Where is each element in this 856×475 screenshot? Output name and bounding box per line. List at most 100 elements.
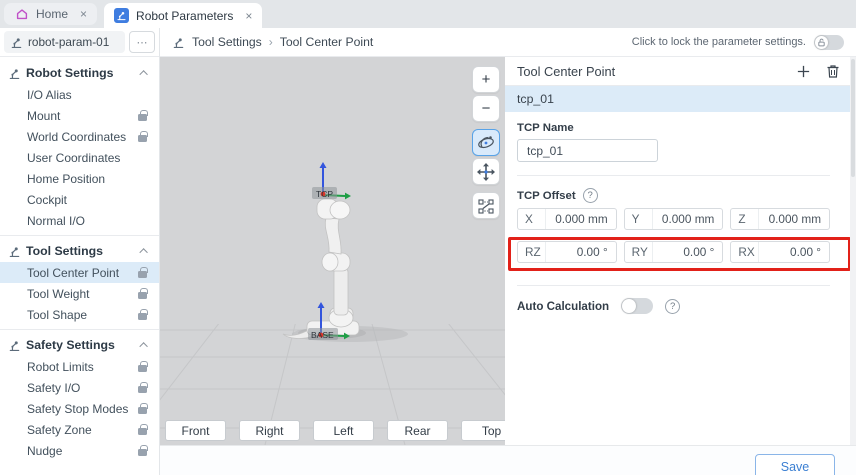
view-right-button[interactable]: Right xyxy=(239,420,300,441)
sidebar-item-io-alias[interactable]: I/O Alias xyxy=(0,84,159,105)
offset-rx-field[interactable]: RX 0.00 ° xyxy=(730,241,830,263)
home-icon xyxy=(14,7,29,22)
trash-icon xyxy=(826,64,840,79)
robot-icon xyxy=(8,339,21,352)
viewport-controls: + − xyxy=(472,66,500,219)
divider xyxy=(517,285,830,286)
close-icon[interactable]: × xyxy=(245,10,252,22)
divider xyxy=(0,235,159,236)
offset-y-field[interactable]: Y 0.000 mm xyxy=(624,208,724,230)
chevron-up-icon xyxy=(139,70,147,78)
offset-rz-field[interactable]: RZ 0.00 ° xyxy=(517,241,617,263)
lock-icon xyxy=(138,114,147,121)
sidebar-item-cockpit[interactable]: Cockpit xyxy=(0,189,159,210)
lock-icon xyxy=(138,271,147,278)
offset-z-field[interactable]: Z 0.000 mm xyxy=(730,208,830,230)
tcp-offset-label: TCP Offset xyxy=(517,190,576,202)
zoom-in-button[interactable]: + xyxy=(472,66,500,93)
sidebar-item-mount[interactable]: Mount xyxy=(0,105,159,126)
measure-icon xyxy=(476,196,496,216)
lock-icon xyxy=(138,449,147,456)
more-options-button[interactable]: ⋯ xyxy=(129,31,155,53)
plus-icon xyxy=(796,64,811,79)
tab-home[interactable]: Home × xyxy=(4,3,97,25)
auto-calculation-toggle[interactable] xyxy=(621,298,653,314)
lock-icon xyxy=(138,292,147,299)
help-icon[interactable]: ? xyxy=(583,188,598,203)
robot-icon xyxy=(10,36,23,49)
tcp-list-item-selected[interactable]: tcp_01 xyxy=(505,86,856,112)
lock-icon xyxy=(138,135,147,142)
tcp-offset-rotation-row: RZ 0.00 ° RY 0.00 ° RX 0.00 ° xyxy=(517,241,830,263)
toolbar: Tool Settings › Tool Center Point Click … xyxy=(160,28,856,57)
sidebar: robot-param-01 ⋯ Robot Settings I/O Alia… xyxy=(0,28,160,475)
offset-ry-field[interactable]: RY 0.00 ° xyxy=(624,241,724,263)
3d-viewport[interactable]: BASE TCP + − xyxy=(160,57,505,445)
parameter-lock-toggle[interactable] xyxy=(814,35,844,50)
sidebar-item-tool-weight[interactable]: Tool Weight xyxy=(0,283,159,304)
sidebar-item-safety-io[interactable]: Safety I/O xyxy=(0,377,159,398)
breadcrumb: Tool Settings › Tool Center Point xyxy=(172,35,373,49)
chevron-up-icon xyxy=(139,248,147,256)
lock-icon xyxy=(138,386,147,393)
tab-robot-parameters-label: Robot Parameters xyxy=(136,9,233,23)
tcp-label: TCP xyxy=(316,189,333,199)
sidebar-item-nudge[interactable]: Nudge xyxy=(0,440,159,461)
robot-icon xyxy=(8,67,21,80)
view-top-button[interactable]: Top xyxy=(461,420,505,441)
lock-icon xyxy=(138,407,147,414)
sidebar-item-robot-limits[interactable]: Robot Limits xyxy=(0,356,159,377)
base-label: BASE xyxy=(311,330,334,340)
view-rear-button[interactable]: Rear xyxy=(387,420,448,441)
measure-button[interactable] xyxy=(472,192,500,219)
offset-x-field[interactable]: X 0.000 mm xyxy=(517,208,617,230)
panel-title: Tool Center Point xyxy=(517,64,615,79)
footer: Save xyxy=(160,445,856,475)
lock-icon xyxy=(138,428,147,435)
sidebar-item-safety-stop-modes[interactable]: Safety Stop Modes xyxy=(0,398,159,419)
sidebar-item-normal-io[interactable]: Normal I/O xyxy=(0,210,159,231)
view-front-button[interactable]: Front xyxy=(165,420,226,441)
tab-home-label: Home xyxy=(36,7,68,21)
section-safety-settings[interactable]: Safety Settings xyxy=(0,334,159,356)
robot-icon xyxy=(172,36,185,49)
robot-icon xyxy=(8,245,21,258)
tcp-offset-xyz-row: X 0.000 mm Y 0.000 mm Z 0.000 mm xyxy=(517,208,830,230)
divider xyxy=(0,329,159,330)
breadcrumb-separator: › xyxy=(269,35,273,49)
param-set-row: robot-param-01 ⋯ xyxy=(0,28,159,57)
unlock-icon xyxy=(815,36,828,49)
tcp-name-input[interactable] xyxy=(517,139,658,162)
pan-button[interactable] xyxy=(472,158,500,185)
tcp-name-label: TCP Name xyxy=(517,122,830,134)
lock-hint-text: Click to lock the parameter settings. xyxy=(632,36,806,48)
orbit-rotate-button[interactable] xyxy=(472,129,500,156)
tcp-settings-panel: Tool Center Point tcp_01 TCP xyxy=(505,57,856,445)
tab-robot-parameters[interactable]: Robot Parameters × xyxy=(104,3,262,28)
zoom-out-button[interactable]: − xyxy=(472,95,500,122)
sidebar-item-tool-shape[interactable]: Tool Shape xyxy=(0,304,159,325)
param-set-name[interactable]: robot-param-01 xyxy=(4,31,125,53)
orbit-icon xyxy=(476,133,496,153)
help-icon[interactable]: ? xyxy=(665,299,680,314)
sidebar-item-tool-center-point[interactable]: Tool Center Point xyxy=(0,262,159,283)
view-buttons: Front Right Left Rear Top xyxy=(165,420,505,441)
add-tcp-button[interactable] xyxy=(794,62,812,80)
sidebar-item-safety-zone[interactable]: Safety Zone xyxy=(0,419,159,440)
save-button[interactable]: Save xyxy=(755,454,835,475)
close-icon[interactable]: × xyxy=(80,8,87,20)
robot-3d-scene: BASE TCP xyxy=(160,57,505,445)
section-tool-settings[interactable]: Tool Settings xyxy=(0,240,159,262)
auto-calculation-label: Auto Calculation xyxy=(517,300,609,313)
sidebar-item-user-coordinates[interactable]: User Coordinates xyxy=(0,147,159,168)
sidebar-item-world-coordinates[interactable]: World Coordinates xyxy=(0,126,159,147)
sidebar-item-home-position[interactable]: Home Position xyxy=(0,168,159,189)
robot-parameters-icon xyxy=(114,8,129,23)
breadcrumb-parent[interactable]: Tool Settings xyxy=(192,35,262,49)
delete-tcp-button[interactable] xyxy=(824,62,842,80)
panel-scrollbar[interactable] xyxy=(850,57,856,445)
view-left-button[interactable]: Left xyxy=(313,420,374,441)
breadcrumb-current: Tool Center Point xyxy=(280,35,374,49)
section-robot-settings[interactable]: Robot Settings xyxy=(0,62,159,84)
sidebar-nav: Robot Settings I/O Alias Mount World Coo… xyxy=(0,57,159,461)
